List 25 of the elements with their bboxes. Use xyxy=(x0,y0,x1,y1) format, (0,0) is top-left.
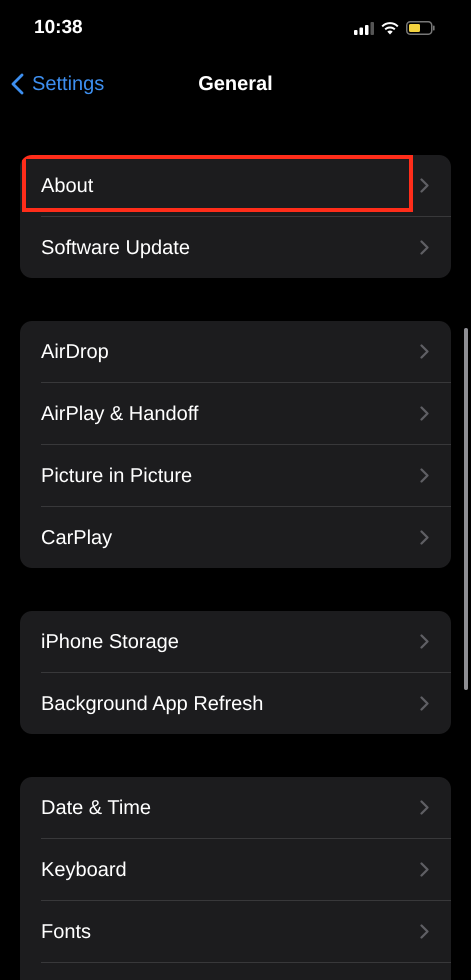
row-label: AirPlay & Handoff xyxy=(41,402,198,426)
row-label: Fonts xyxy=(41,920,92,944)
row-label: Keyboard xyxy=(41,858,127,882)
back-button[interactable]: Settings xyxy=(11,69,104,99)
settings-row[interactable]: Fonts xyxy=(20,901,451,962)
settings-row[interactable]: CarPlay xyxy=(20,507,451,568)
settings-row[interactable]: About xyxy=(20,155,451,216)
row-label: Background App Refresh xyxy=(41,692,264,716)
row-label: About xyxy=(41,174,94,198)
settings-row[interactable]: Software Update xyxy=(20,217,451,278)
page-title: General xyxy=(198,72,273,96)
row-label: Picture in Picture xyxy=(41,464,192,488)
row-label: Software Update xyxy=(41,236,190,260)
status-time: 10:38 xyxy=(34,16,83,40)
settings-row[interactable]: iPhone Storage xyxy=(20,611,451,672)
settings-row[interactable]: Background App Refresh xyxy=(20,673,451,734)
settings-row[interactable]: Keyboard xyxy=(20,839,451,900)
settings-row[interactable]: Picture in Picture xyxy=(20,445,451,506)
row-label: iPhone Storage xyxy=(41,630,179,654)
row-label: Date & Time xyxy=(41,796,152,820)
row-label: AirDrop xyxy=(41,340,109,364)
settings-row[interactable]: AirPlay & Handoff xyxy=(20,383,451,444)
settings-row[interactable]: Date & Time xyxy=(20,777,451,838)
settings-row[interactable]: AirDrop xyxy=(20,321,451,382)
row-label: CarPlay xyxy=(41,526,112,550)
